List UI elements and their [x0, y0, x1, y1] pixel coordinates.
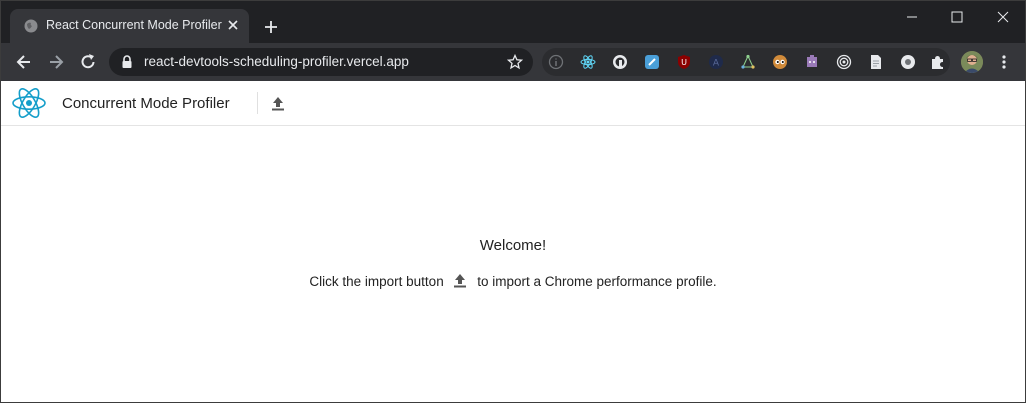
- avatar[interactable]: [961, 51, 983, 73]
- app-header: Concurrent Mode Profiler: [1, 81, 1025, 126]
- app-title: Concurrent Mode Profiler: [62, 95, 230, 112]
- plus-icon[interactable]: [262, 18, 280, 36]
- extensions-puzzle-icon[interactable]: [930, 54, 946, 70]
- welcome-heading: Welcome!: [479, 237, 547, 254]
- forward-arrow-icon[interactable]: [46, 52, 66, 72]
- target-icon[interactable]: [836, 54, 852, 70]
- url-text: react-devtools-scheduling-profiler.verce…: [144, 54, 409, 69]
- password-manager-icon[interactable]: [612, 54, 628, 70]
- browser-toolbar: react-devtools-scheduling-profiler.verce…: [1, 43, 1025, 81]
- document-icon[interactable]: [868, 54, 884, 70]
- tab-strip: React Concurrent Mode Profiler: [1, 1, 1025, 43]
- info-icon[interactable]: [548, 54, 564, 70]
- reload-icon[interactable]: [78, 52, 98, 72]
- disc-icon[interactable]: [900, 54, 916, 70]
- pen-icon[interactable]: [644, 54, 660, 70]
- back-arrow-icon[interactable]: [14, 52, 34, 72]
- svg-text:A: A: [713, 59, 720, 69]
- svg-text:U: U: [681, 58, 687, 67]
- browser-tab[interactable]: React Concurrent Mode Profiler: [10, 9, 249, 43]
- instructions-after-text: to import a Chrome performance profile.: [477, 274, 717, 289]
- tab-close-icon[interactable]: [225, 17, 241, 33]
- minimize-icon[interactable]: [902, 9, 922, 25]
- circle-a-icon[interactable]: A: [708, 54, 724, 70]
- maximize-icon[interactable]: [947, 9, 967, 25]
- tab-title: React Concurrent Mode Profiler: [46, 18, 222, 32]
- browser-window: React Concurrent Mode Profiler react-dev…: [0, 0, 1026, 403]
- extensions-area: U A: [542, 48, 950, 76]
- upload-icon: [454, 274, 467, 288]
- react-devtools-icon[interactable]: [580, 54, 596, 70]
- instructions-before-text: Click the import button: [309, 274, 444, 289]
- profile-photo-icon: [961, 51, 983, 73]
- ublock-icon[interactable]: U: [676, 54, 692, 70]
- header-divider: [257, 92, 258, 114]
- close-icon[interactable]: [993, 9, 1013, 25]
- puzzle-character-icon[interactable]: [804, 54, 820, 70]
- import-button[interactable]: [269, 94, 287, 112]
- network-icon[interactable]: [740, 54, 756, 70]
- react-logo-icon: [12, 88, 46, 118]
- lock-icon: [122, 55, 132, 68]
- more-menu-icon[interactable]: [998, 54, 1010, 70]
- import-instructions: Click the import button to import a Chro…: [1, 271, 1025, 289]
- cartoon-eyes-icon[interactable]: [772, 54, 788, 70]
- address-bar[interactable]: react-devtools-scheduling-profiler.verce…: [109, 48, 533, 76]
- globe-icon: [24, 19, 38, 33]
- bookmark-star-icon[interactable]: [507, 54, 523, 70]
